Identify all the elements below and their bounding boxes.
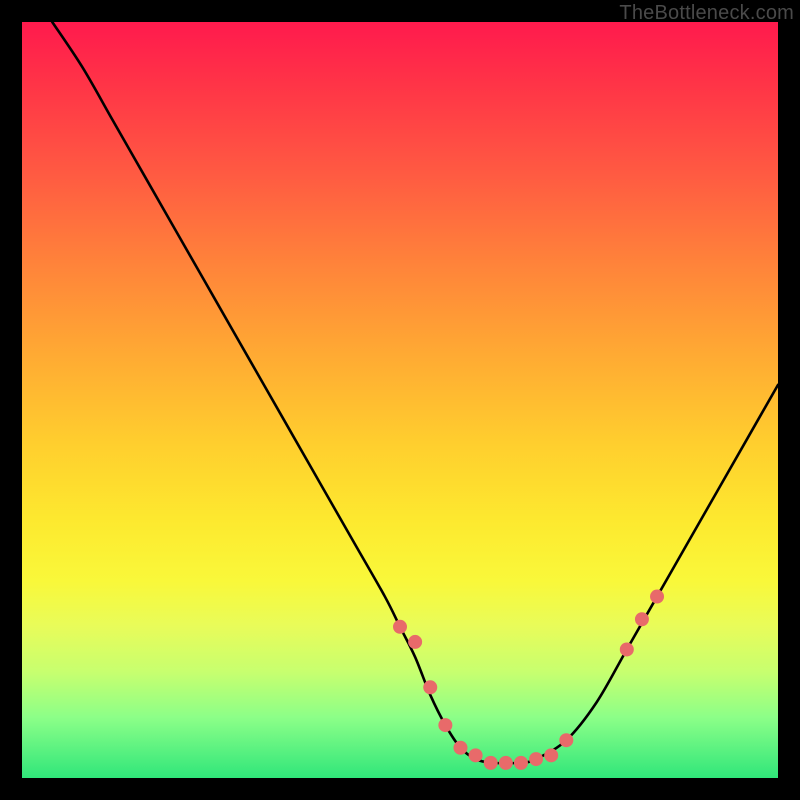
watermark-text: TheBottleneck.com [619, 2, 794, 25]
curve-marker-dot [423, 680, 437, 694]
chart-svg [22, 22, 778, 778]
curve-marker-dot [544, 748, 558, 762]
curve-marker-dot [499, 756, 513, 770]
curve-marker-dot [635, 612, 649, 626]
curve-marker-dot [650, 590, 664, 604]
curve-marker-dot [484, 756, 498, 770]
chart-frame: TheBottleneck.com [0, 0, 800, 800]
curve-marker-dot [620, 642, 634, 656]
curve-marker-dot [453, 741, 467, 755]
curve-marker-dot [438, 718, 452, 732]
bottleneck-curve [52, 22, 778, 763]
curve-marker-dot [529, 752, 543, 766]
curve-marker-dot [559, 733, 573, 747]
curve-marker-dot [408, 635, 422, 649]
curve-marker-dot [514, 756, 528, 770]
curve-marker-dot [393, 620, 407, 634]
curve-markers [393, 590, 664, 770]
curve-marker-dot [469, 748, 483, 762]
